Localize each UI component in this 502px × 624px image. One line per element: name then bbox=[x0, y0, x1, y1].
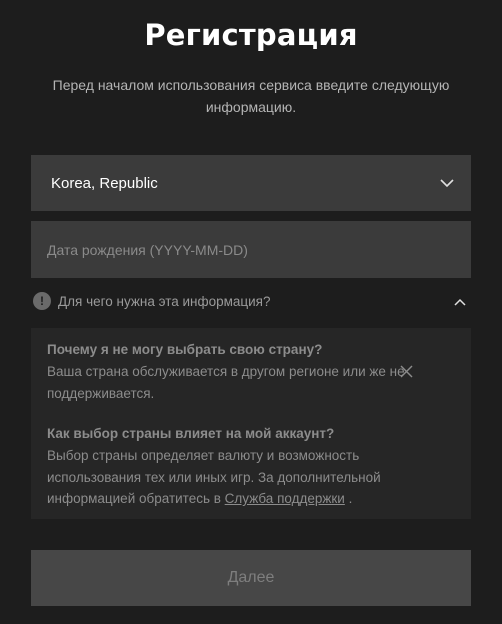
info-toggle[interactable]: ! Для чего нужна эта информация? bbox=[31, 290, 471, 314]
faq-question-1: Почему я не могу выбрать свою страну? bbox=[47, 342, 323, 357]
page-subtitle: Перед началом использования сервиса введ… bbox=[52, 77, 450, 115]
faq-panel: Почему я не могу выбрать свою страну? Ва… bbox=[31, 328, 471, 519]
exclamation-icon: ! bbox=[33, 292, 51, 310]
faq-answer-2-suffix: . bbox=[344, 491, 353, 506]
country-select[interactable]: Korea, Republic bbox=[31, 155, 471, 211]
info-toggle-label: Для чего нужна эта информация? bbox=[58, 294, 271, 309]
faq-answer-1: Ваша страна обслуживается в другом регио… bbox=[47, 364, 405, 401]
next-button[interactable]: Далее bbox=[31, 550, 471, 606]
page-title: Регистрация bbox=[144, 18, 358, 52]
faq-question-2: Как выбор страны влияет на мой аккаунт? bbox=[47, 426, 335, 441]
support-link[interactable]: Служба поддержки bbox=[225, 491, 345, 506]
faq-answer-2: Выбор страны определяет валюту и возможн… bbox=[47, 445, 442, 510]
chevron-up-icon bbox=[454, 298, 466, 306]
country-select-value: Korea, Republic bbox=[51, 175, 158, 192]
birthdate-input[interactable] bbox=[31, 221, 471, 278]
chevron-down-icon bbox=[440, 179, 454, 188]
